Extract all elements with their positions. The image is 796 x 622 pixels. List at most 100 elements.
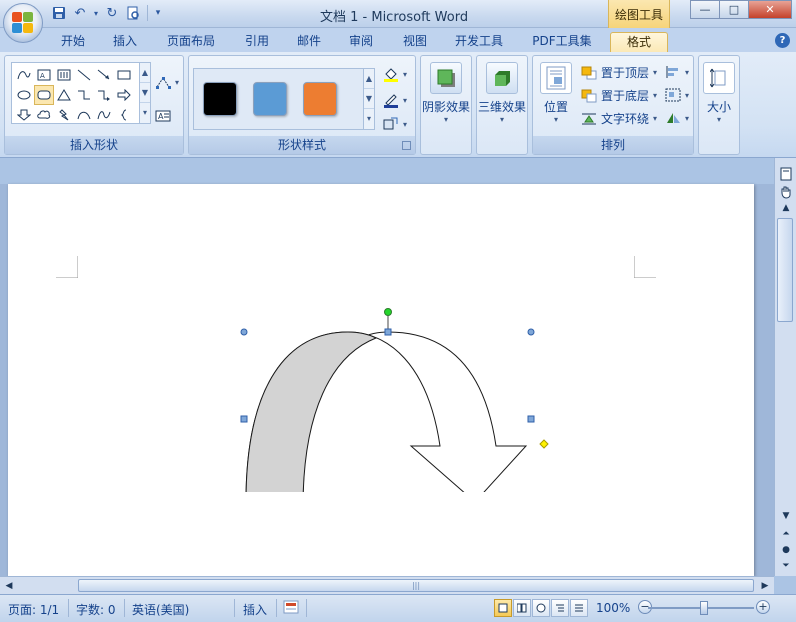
horizontal-scrollbar[interactable]: ◀ ||| ▶ [0,576,774,594]
styles-up-icon[interactable]: ▲ [364,69,374,89]
resize-handle-top-middle[interactable] [384,328,392,336]
style-swatch-black[interactable] [203,82,237,116]
redo-icon[interactable]: ↻ [103,4,121,22]
undo-dropdown-icon[interactable]: ▾ [92,4,100,22]
web-layout-view-icon[interactable] [532,599,550,617]
status-page[interactable]: 页面: 1/1 [8,601,59,618]
resize-handle-middle-left[interactable] [240,415,248,423]
resize-handle-top-right[interactable] [527,328,535,336]
close-button[interactable]: ✕ [748,0,792,19]
shape-styles-dialog-launcher-icon[interactable] [402,141,411,150]
status-insert-mode[interactable]: 插入 [243,601,267,618]
print-layout-view-icon[interactable] [494,599,512,617]
tab-pdf-tools[interactable]: PDF工具集 [526,32,598,52]
curved-down-arrow-shape[interactable] [234,280,556,492]
tab-insert[interactable]: 插入 [104,32,146,52]
status-language[interactable]: 英语(美国) [132,601,189,618]
scroll-right-icon[interactable]: ▶ [758,579,772,593]
brace-shape-icon[interactable] [114,105,134,125]
office-button[interactable] [3,3,43,43]
tab-mailings[interactable]: 邮件 [288,32,330,52]
scroll-up-icon[interactable]: ▲ [777,200,795,216]
zoom-in-icon[interactable]: + [756,600,770,614]
customize-qat-icon[interactable]: ▾ [153,4,163,22]
maximize-button[interactable]: □ [719,0,749,19]
full-screen-reading-view-icon[interactable] [513,599,531,617]
shape-outline-button[interactable]: ▾ [383,92,407,108]
rounded-rectangle-shape-icon[interactable] [34,85,54,105]
three-d-effects-button[interactable]: 三维效果 ▾ [477,62,527,124]
rectangle-shape-icon[interactable] [114,65,134,85]
styles-down-icon[interactable]: ▼ [364,89,374,109]
line-shape-icon[interactable] [74,65,94,85]
elbow-arrow-connector-shape-icon[interactable] [94,85,114,105]
text-box-shape-icon[interactable]: A [34,65,54,85]
next-page-icon[interactable]: ⏷ [777,558,795,574]
freeform-shape-icon[interactable] [14,65,34,85]
zoom-level[interactable]: 100% [596,601,630,615]
shadow-effects-button[interactable]: 阴影效果 ▾ [421,62,471,124]
horizontal-scroll-thumb[interactable]: ||| [78,579,754,592]
style-swatch-orange[interactable] [303,82,337,116]
shape-fill-button[interactable]: ▾ [383,66,407,82]
status-word-count[interactable]: 字数: 0 [76,601,116,618]
edit-shape-button[interactable]: ▾ [155,74,179,90]
scroll-left-icon[interactable]: ◀ [2,579,16,593]
gallery-up-icon[interactable]: ▲ [140,63,150,83]
size-button[interactable]: 大小 ▾ [699,62,739,124]
zoom-slider-knob[interactable] [700,601,708,615]
styles-more-icon[interactable]: ▾ [364,109,374,129]
zoom-slider[interactable] [648,601,754,615]
vertical-scrollbar[interactable]: ▲ ▼ ⏶ ● ⏷ [774,158,796,576]
style-swatch-blue[interactable] [253,82,287,116]
vertical-text-box-shape-icon[interactable] [54,65,74,85]
lightning-shape-icon[interactable] [54,105,74,125]
view-ruler-icon[interactable] [777,166,795,182]
cloud-callout-shape-icon[interactable] [34,105,54,125]
align-button[interactable]: ▾ [665,64,689,80]
tab-page-layout[interactable]: 页面布局 [160,32,222,52]
position-button[interactable]: 位置 ▾ [535,62,577,124]
triangle-shape-icon[interactable] [54,85,74,105]
group-objects-button[interactable]: ▾ [665,87,689,103]
tab-developer[interactable]: 开发工具 [448,32,510,52]
shapes-gallery[interactable]: A [11,62,143,124]
change-shape-button[interactable]: ▾ [383,116,407,132]
previous-page-icon[interactable]: ⏶ [777,526,795,542]
tab-review[interactable]: 审阅 [340,32,382,52]
shape-styles-gallery[interactable] [193,68,369,130]
curve-shape-icon[interactable] [94,105,114,125]
browse-hand-icon[interactable] [777,184,795,200]
rotation-handle[interactable] [384,308,392,316]
resize-handle-middle-right[interactable] [527,415,535,423]
minimize-button[interactable]: — [690,0,720,19]
resize-handle-top-left[interactable] [240,328,248,336]
tab-home[interactable]: 开始 [52,32,94,52]
elbow-connector-shape-icon[interactable] [74,85,94,105]
save-icon[interactable] [50,4,68,22]
draft-view-icon[interactable] [570,599,588,617]
right-arrow-shape-icon[interactable] [114,85,134,105]
scroll-down-icon[interactable]: ▼ [777,508,795,524]
arc-shape-icon[interactable] [74,105,94,125]
gallery-down-icon[interactable]: ▼ [140,83,150,103]
text-wrapping-button[interactable]: 文字环绕 ▾ [581,110,657,127]
bring-to-front-button[interactable]: 置于顶层 ▾ [581,64,657,81]
macro-record-icon[interactable] [283,599,299,618]
arrow-line-shape-icon[interactable] [94,65,114,85]
down-arrow-shape-icon[interactable] [14,105,34,125]
outline-view-icon[interactable] [551,599,569,617]
send-to-back-button[interactable]: 置于底层 ▾ [581,87,657,104]
adjust-handle-arrowhead[interactable] [539,439,549,449]
undo-icon[interactable]: ↶ [71,4,89,22]
select-browse-object-icon[interactable]: ● [777,542,795,558]
rotate-button[interactable]: ▾ [665,110,689,126]
gallery-more-icon[interactable]: ▾ [140,103,150,123]
oval-shape-icon[interactable] [14,85,34,105]
vertical-scroll-thumb[interactable] [777,218,793,322]
tab-references[interactable]: 引用 [236,32,278,52]
tab-format[interactable]: 格式 [610,32,668,52]
edit-text-button[interactable]: A [155,108,171,124]
help-icon[interactable]: ? [775,33,790,48]
print-preview-icon[interactable] [124,4,142,22]
